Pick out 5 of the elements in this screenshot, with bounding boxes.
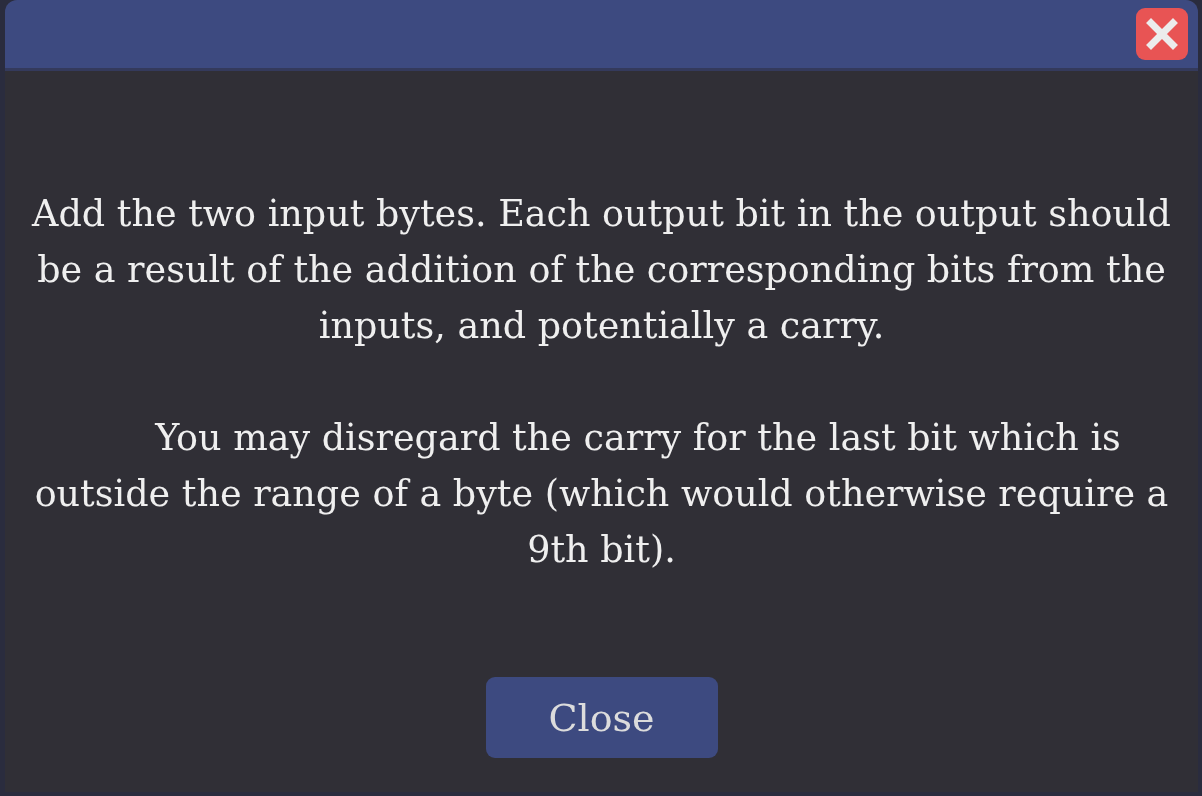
close-icon (1136, 8, 1188, 60)
message-text: You may disregard the carry for the last bit which is outside the range of a byte (which would otherwise require a 9th bit). (33, 415, 1170, 573)
close-button[interactable] (1136, 8, 1188, 60)
close-button[interactable]: Close (485, 677, 718, 758)
message-text: Add the two input bytes. Each output bit in the output should be a result of the addition of the corresponding bits from the inputs, and potentially a carry. (30, 191, 1172, 349)
